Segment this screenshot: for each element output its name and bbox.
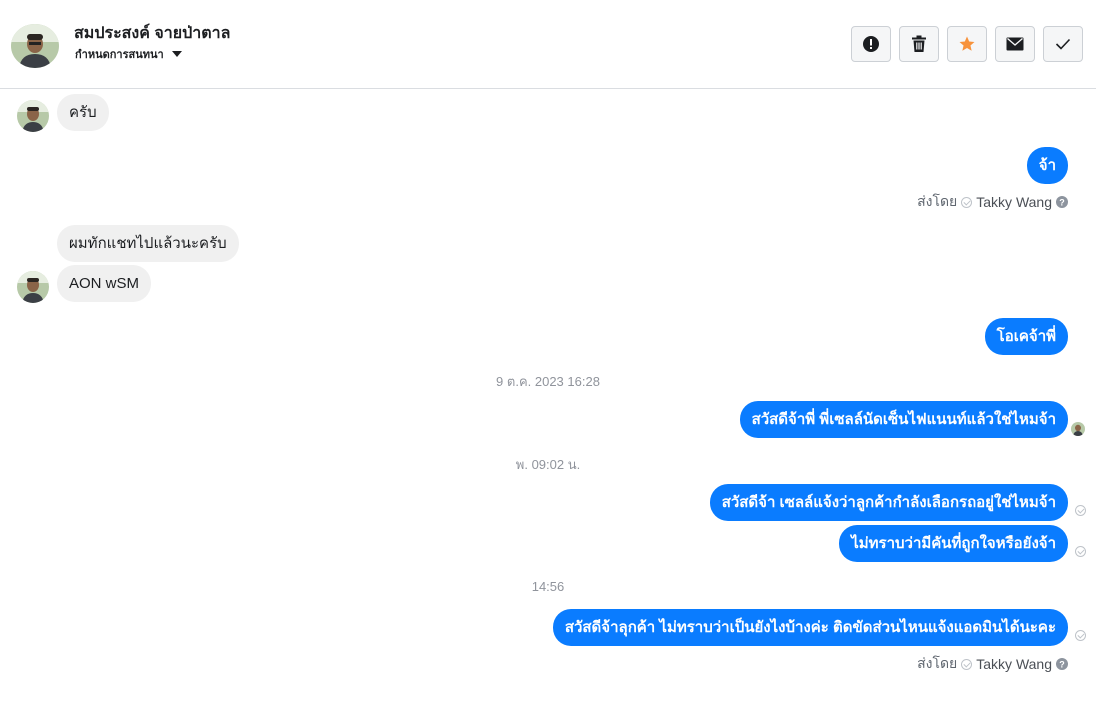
message-text: ไม่ทราบว่ามีคันที่ถูกใจหรือยังจ้า <box>839 525 1068 562</box>
mark-unread-button[interactable] <box>995 26 1035 62</box>
sent-by-info: ส่งโดย Takky Wang ? <box>917 191 1068 213</box>
message-outgoing: จ้า <box>1026 147 1068 184</box>
message-incoming: AON wSM <box>57 265 152 302</box>
delivered-check-icon <box>1075 546 1086 557</box>
envelope-icon <box>1006 37 1024 51</box>
seen-avatar <box>1071 422 1085 436</box>
alert-icon <box>863 36 879 52</box>
report-button[interactable] <box>851 26 891 62</box>
contact-avatar-small[interactable] <box>17 100 49 132</box>
message-incoming: ครับ <box>57 94 109 131</box>
message-outgoing: สวัสดีจ้าลุกค้า ไม่ทราบว่าเป็นยังไงบ้างค… <box>552 609 1068 646</box>
message-outgoing: โอเคจ้าพี่ <box>984 318 1068 355</box>
trash-icon <box>912 35 926 52</box>
sent-by-label: ส่งโดย <box>917 193 958 209</box>
message-incoming: ผมทักแชทไปแล้วนะครับ <box>57 225 239 262</box>
message-text: สวัสดีจ้า เซลล์แจ้งว่าลูกค้ากำลังเลือกรถ… <box>709 484 1068 521</box>
delete-button[interactable] <box>899 26 939 62</box>
sent-by-info: ส่งโดย Takky Wang ? <box>917 653 1068 675</box>
delivered-check-icon <box>1075 505 1086 516</box>
sent-by-label: ส่งโดย <box>917 655 958 671</box>
svg-text:?: ? <box>1059 198 1065 208</box>
star-button[interactable] <box>947 26 987 62</box>
message-text: จ้า <box>1026 147 1068 184</box>
message-text: AON wSM <box>57 265 152 302</box>
message-outgoing: สวัสดีจ้า เซลล์แจ้งว่าลูกค้ากำลังเลือกรถ… <box>709 484 1068 521</box>
help-icon[interactable]: ? <box>1056 196 1068 208</box>
message-outgoing: สวัสดีจ้าพี่ พี่เซลล์นัดเซ็นไฟแนนท์แล้วใ… <box>739 401 1068 438</box>
conversation-actions <box>851 26 1083 62</box>
caret-down-icon <box>171 51 182 57</box>
timestamp: 14:56 <box>531 579 565 594</box>
conversation-settings-dropdown[interactable]: กำหนดการสนทนา <box>75 45 182 63</box>
done-button[interactable] <box>1043 26 1083 62</box>
svg-text:?: ? <box>1059 660 1065 670</box>
message-outgoing: ไม่ทราบว่ามีคันที่ถูกใจหรือยังจ้า <box>839 525 1068 562</box>
message-text: ครับ <box>57 94 109 131</box>
delivered-check-icon <box>1075 630 1086 641</box>
contact-avatar[interactable] <box>11 24 59 68</box>
check-circle-icon <box>961 196 973 208</box>
timestamp: พ. 09:02 น. <box>515 457 581 472</box>
conversation-header: สมประสงค์ จายป่าตาล กำหนดการสนทนา <box>0 0 1096 89</box>
message-text: สวัสดีจ้าพี่ พี่เซลล์นัดเซ็นไฟแนนท์แล้วใ… <box>739 401 1068 438</box>
check-icon <box>1055 38 1071 50</box>
message-text: โอเคจ้าพี่ <box>984 318 1068 355</box>
sent-by-name: Takky Wang <box>976 194 1052 210</box>
contact-name: สมประสงค์ จายป่าตาล <box>74 25 231 42</box>
contact-avatar-small[interactable] <box>17 271 49 303</box>
sent-by-name: Takky Wang <box>976 656 1052 672</box>
conversation-settings-label: กำหนดการสนทนา <box>75 49 164 61</box>
message-text: สวัสดีจ้าลุกค้า ไม่ทราบว่าเป็นยังไงบ้างค… <box>552 609 1068 646</box>
timestamp: 9 ต.ค. 2023 16:28 <box>496 374 600 389</box>
star-icon <box>959 36 975 51</box>
help-icon[interactable]: ? <box>1056 658 1068 670</box>
check-circle-icon <box>961 658 973 670</box>
message-text: ผมทักแชทไปแล้วนะครับ <box>57 225 239 262</box>
